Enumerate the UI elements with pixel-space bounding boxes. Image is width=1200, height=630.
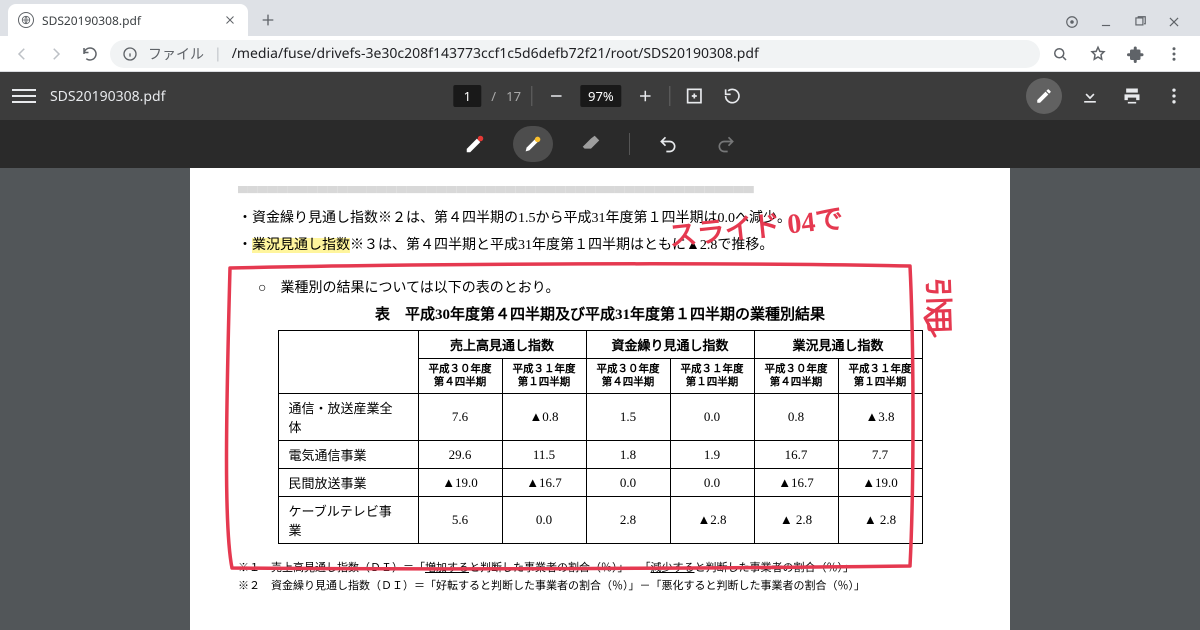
table-row: ケーブルテレビ事業5.60.02.8▲2.8▲ 2.8▲ 2.8 [278,497,922,544]
sub-col: 平成３０年度第４四半期 [418,359,502,394]
table-row: 通信・放送産業全体7.6▲0.81.50.00.8▲3.8 [278,394,922,441]
tab-title: SDS20190308.pdf [42,12,214,29]
print-button[interactable] [1118,82,1146,110]
window-info-icon[interactable] [1064,14,1080,30]
menu-icon[interactable] [1160,40,1188,68]
reload-button[interactable] [76,40,104,68]
sub-col: 平成３０年度第４四半期 [754,359,838,394]
eraser-button[interactable] [571,126,611,162]
minimize-icon[interactable] [1098,14,1114,30]
col-group: 売上高見通し指数 [418,331,586,359]
bullet-line: ・資金繰り見通し指数※２は、第４四半期の1.5から平成31年度第１四半期は0.0… [238,206,962,233]
download-button[interactable] [1076,82,1104,110]
page-current-input[interactable]: 1 [453,85,481,107]
table-row: 民間放送事業▲19.0▲16.70.00.0▲16.7▲19.0 [278,469,922,497]
bookmark-icon[interactable] [1084,40,1112,68]
pdf-title: SDS20190308.pdf [50,87,165,106]
tab-strip: SDS20190308.pdf [0,0,1200,36]
search-icon[interactable] [1046,40,1074,68]
pdf-page: ████████████████████████████████████████… [190,168,1010,630]
new-tab-button[interactable] [254,6,282,34]
zoom-in-button[interactable] [632,82,660,110]
window-controls [1054,14,1192,36]
redo-button[interactable] [706,126,746,162]
url-path: /media/fuse/drivefs-3e30c208f143773ccf1c… [232,44,759,63]
annotate-button[interactable] [1026,78,1062,114]
result-heading: 業種別の結果については以下の表のとおり。 [258,277,962,297]
back-button[interactable] [8,40,36,68]
results-table: 売上高見通し指数 資金繰り見通し指数 業況見通し指数 平成３０年度第４四半期平成… [278,330,923,544]
bullet-line: ・業況見通し指数※３は、第４四半期と平成31年度第１四半期はともに▲2.8で推移… [238,233,962,260]
sub-col: 平成３１年度第１四半期 [838,359,922,394]
info-icon [122,46,138,62]
more-button[interactable] [1160,82,1188,110]
globe-icon [18,12,34,28]
col-group: 資金繰り見通し指数 [586,331,754,359]
pdf-toolbar: SDS20190308.pdf 1 / 17 97% [0,72,1200,120]
undo-button[interactable] [648,126,688,162]
browser-toolbar: ファイル | /media/fuse/drivefs-3e30c208f1437… [0,36,1200,72]
document-viewport[interactable]: ████████████████████████████████████████… [0,168,1200,630]
sidebar-toggle[interactable] [12,84,36,108]
zoom-out-button[interactable] [542,82,570,110]
page-total: 17 [506,87,521,105]
url-scheme-label: ファイル [148,44,204,64]
zoom-level[interactable]: 97% [580,85,622,107]
sub-col: 平成３１年度第１四半期 [502,359,586,394]
col-group: 業況見通し指数 [754,331,922,359]
sub-col: 平成３１年度第１四半期 [670,359,754,394]
forward-button[interactable] [42,40,70,68]
page-separator: / [491,87,496,105]
sub-col: 平成３０年度第４四半期 [586,359,670,394]
maximize-icon[interactable] [1132,14,1148,30]
highlighter-yellow-button[interactable] [513,126,553,162]
annotation-toolbar [0,120,1200,168]
extensions-icon[interactable] [1122,40,1150,68]
fit-page-button[interactable] [681,82,709,110]
address-bar[interactable]: ファイル | /media/fuse/drivefs-3e30c208f1437… [110,40,1040,68]
table-title: 表 平成30年度第４四半期及び平成31年度第１四半期の業種別結果 [238,303,962,324]
window-close-icon[interactable] [1166,14,1182,30]
close-icon[interactable] [222,12,238,28]
footnotes: ※１ 売上高見通し指数（ＤＩ）＝「増加すると判断した事業者の割合（％）」－「減少… [238,560,962,595]
highlighted-text: 業況見通し指数 [252,238,350,253]
pen-red-button[interactable] [455,126,495,162]
browser-tab[interactable]: SDS20190308.pdf [8,4,248,36]
rotate-button[interactable] [719,82,747,110]
table-row: 電気通信事業29.611.51.81.916.77.7 [278,441,922,469]
